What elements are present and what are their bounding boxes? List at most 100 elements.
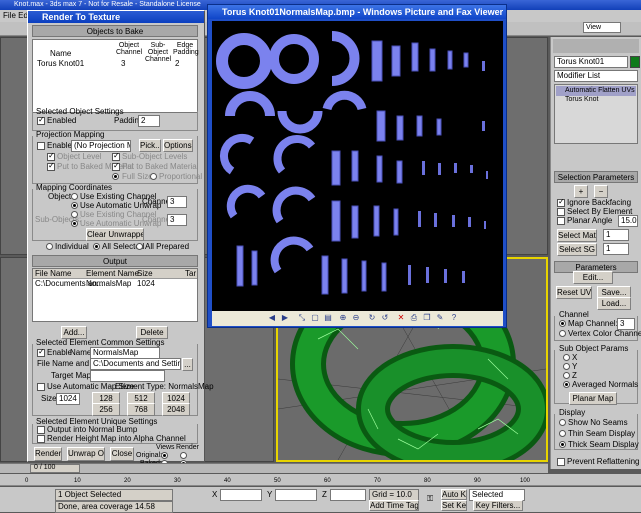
row-object-name[interactable]: Torus Knot01 — [37, 59, 84, 69]
reset-uvws-button[interactable]: Reset UVWs — [556, 286, 592, 299]
map-channel-radio[interactable] — [559, 320, 566, 327]
channel2-spinner[interactable]: 3 — [167, 214, 187, 226]
command-panel-tabs[interactable] — [553, 39, 639, 53]
view-dropdown[interactable]: View — [583, 22, 621, 33]
original-render-radio[interactable] — [180, 452, 187, 459]
help-icon[interactable]: ? — [448, 312, 460, 324]
zoom-out-icon[interactable]: ⊖ — [350, 312, 362, 324]
time-slider[interactable]: 0 / 100 — [0, 463, 548, 473]
proj-enabled-checkbox[interactable] — [37, 142, 45, 150]
clear-unwrappers-button[interactable]: Clear Unwrappers — [86, 228, 144, 241]
output-rollout[interactable]: Output — [32, 255, 198, 267]
stack-item-torus-label[interactable]: Torus Knot — [565, 95, 598, 105]
show-no-seams-radio[interactable] — [559, 419, 566, 426]
projection-modifier-dropdown[interactable]: (No Projection Modifier — [71, 140, 131, 152]
enabled-checkbox[interactable] — [37, 115, 45, 125]
planar-angle-spinner[interactable]: 15.0 — [618, 215, 638, 227]
copy-icon[interactable]: ❐ — [421, 312, 433, 324]
edit-icon[interactable]: ✎ — [434, 312, 446, 324]
load-button[interactable]: Load... — [597, 297, 631, 310]
viewer-canvas[interactable] — [212, 21, 503, 311]
put-to-baked-checkbox[interactable] — [47, 161, 55, 171]
previous-image-icon[interactable]: ◀ — [266, 312, 278, 324]
element-enable-checkbox[interactable] — [37, 347, 45, 357]
size-spinner[interactable]: 1024 — [56, 393, 80, 405]
target-map-slot-dropdown[interactable] — [90, 370, 165, 382]
render-button[interactable]: Render — [34, 447, 62, 461]
slideshow-icon[interactable]: ▤ — [322, 312, 334, 324]
edit-button[interactable]: Edit... — [573, 271, 613, 284]
ignore-backfacing-checkbox[interactable] — [557, 197, 565, 207]
object-name-field[interactable]: Torus Knot01 — [554, 56, 628, 68]
select-sg-button[interactable]: Select SG — [557, 243, 597, 256]
all-selected-radio[interactable] — [93, 243, 100, 250]
actual-size-icon[interactable]: ▢ — [309, 312, 321, 324]
use-auto-map-size-checkbox[interactable] — [37, 383, 45, 391]
averaged-normals-radio[interactable] — [563, 381, 570, 388]
best-fit-icon[interactable]: ⤡ — [296, 312, 308, 324]
planar-map-button[interactable]: Planar Map — [569, 392, 617, 405]
all-prepared-radio[interactable] — [136, 243, 143, 250]
y-radio[interactable] — [563, 363, 570, 370]
sg-spinner[interactable]: 1 — [603, 243, 629, 255]
output-list[interactable]: File Name Element Name Size Tar C:\Docum… — [32, 268, 198, 322]
browse-button[interactable]: ... — [182, 358, 193, 371]
thin-seam-radio[interactable] — [559, 430, 566, 437]
select-matid-button[interactable]: Select MatID — [557, 229, 597, 242]
key-icon[interactable]: ⚿ — [424, 493, 436, 505]
shrink-selection-button[interactable]: − — [594, 185, 608, 198]
matid-spinner[interactable]: 1 — [603, 229, 629, 241]
object-color-swatch[interactable] — [630, 56, 640, 68]
rotate-cw-icon[interactable]: ↻ — [366, 312, 378, 324]
pick-button[interactable]: Pick... — [139, 139, 161, 152]
select-by-element-checkbox[interactable] — [557, 208, 565, 216]
modifier-list-dropdown[interactable]: Modifier List — [554, 70, 638, 82]
set-key-button[interactable]: Set Key — [441, 500, 467, 511]
size-768-button[interactable]: 768 — [127, 403, 155, 416]
file-name-field[interactable]: C:\Documents and Settings\Skyler\ — [90, 358, 181, 370]
y-coord-field[interactable] — [275, 489, 317, 501]
full-size-radio[interactable] — [112, 173, 119, 180]
zoom-in-icon[interactable]: ⊕ — [337, 312, 349, 324]
key-filters-button[interactable]: Key Filters... — [473, 500, 523, 511]
objects-to-bake-rollout[interactable]: Objects to Bake — [32, 25, 198, 37]
individual-radio[interactable] — [46, 243, 53, 250]
rotate-ccw-icon[interactable]: ↺ — [379, 312, 391, 324]
sub-object-levels-checkbox[interactable] — [112, 151, 120, 161]
output-into-normal-checkbox[interactable] — [37, 426, 45, 434]
track-bar[interactable]: 0 10 20 30 40 50 60 70 80 90 100 — [0, 474, 641, 486]
x-radio[interactable] — [563, 354, 570, 361]
original-views-radio[interactable] — [161, 452, 168, 459]
prevent-reflattening-checkbox[interactable] — [557, 458, 565, 466]
render-height-checkbox[interactable] — [37, 435, 45, 443]
objects-list[interactable]: Name Object Channel Sub-Object Channel E… — [32, 39, 199, 113]
add-time-tag-button[interactable]: Add Time Tag — [369, 500, 419, 511]
grow-selection-button[interactable]: + — [574, 185, 588, 198]
padding-spinner[interactable]: 2 — [138, 115, 160, 127]
x-coord-field[interactable] — [220, 489, 262, 501]
planar-angle-checkbox[interactable] — [557, 217, 565, 225]
z-coord-field[interactable] — [330, 489, 366, 501]
print-icon[interactable]: ⎙ — [408, 312, 420, 324]
vertex-color-radio[interactable] — [559, 330, 566, 337]
auto-key-button[interactable]: Auto Key — [441, 489, 467, 500]
proportional-radio[interactable] — [150, 173, 157, 180]
use-existing-radio[interactable] — [71, 193, 78, 200]
delete-icon[interactable]: ✕ — [395, 312, 407, 324]
channel-spinner[interactable]: 3 — [167, 196, 187, 208]
thick-seam-radio[interactable] — [559, 441, 566, 448]
object-level-checkbox[interactable] — [47, 151, 55, 161]
selection-parameters-rollout[interactable]: Selection Parameters — [554, 171, 638, 183]
put-to-baked-sub-checkbox[interactable] — [112, 161, 120, 171]
unwrap-only-button[interactable]: Unwrap Only — [67, 447, 105, 461]
next-image-icon[interactable]: ▶ — [279, 312, 291, 324]
size-256-button[interactable]: 256 — [92, 403, 120, 416]
size-2048-button[interactable]: 2048 — [162, 403, 190, 416]
use-auto2-radio[interactable] — [71, 220, 78, 227]
options-button[interactable]: Options... — [163, 139, 193, 152]
z-radio[interactable] — [563, 372, 570, 379]
close-button[interactable]: Close — [110, 447, 134, 461]
use-existing2-radio[interactable] — [71, 211, 78, 218]
use-auto-radio[interactable] — [71, 202, 78, 209]
modifier-stack[interactable]: Automatic Flatten UVs Torus Knot — [554, 84, 638, 144]
